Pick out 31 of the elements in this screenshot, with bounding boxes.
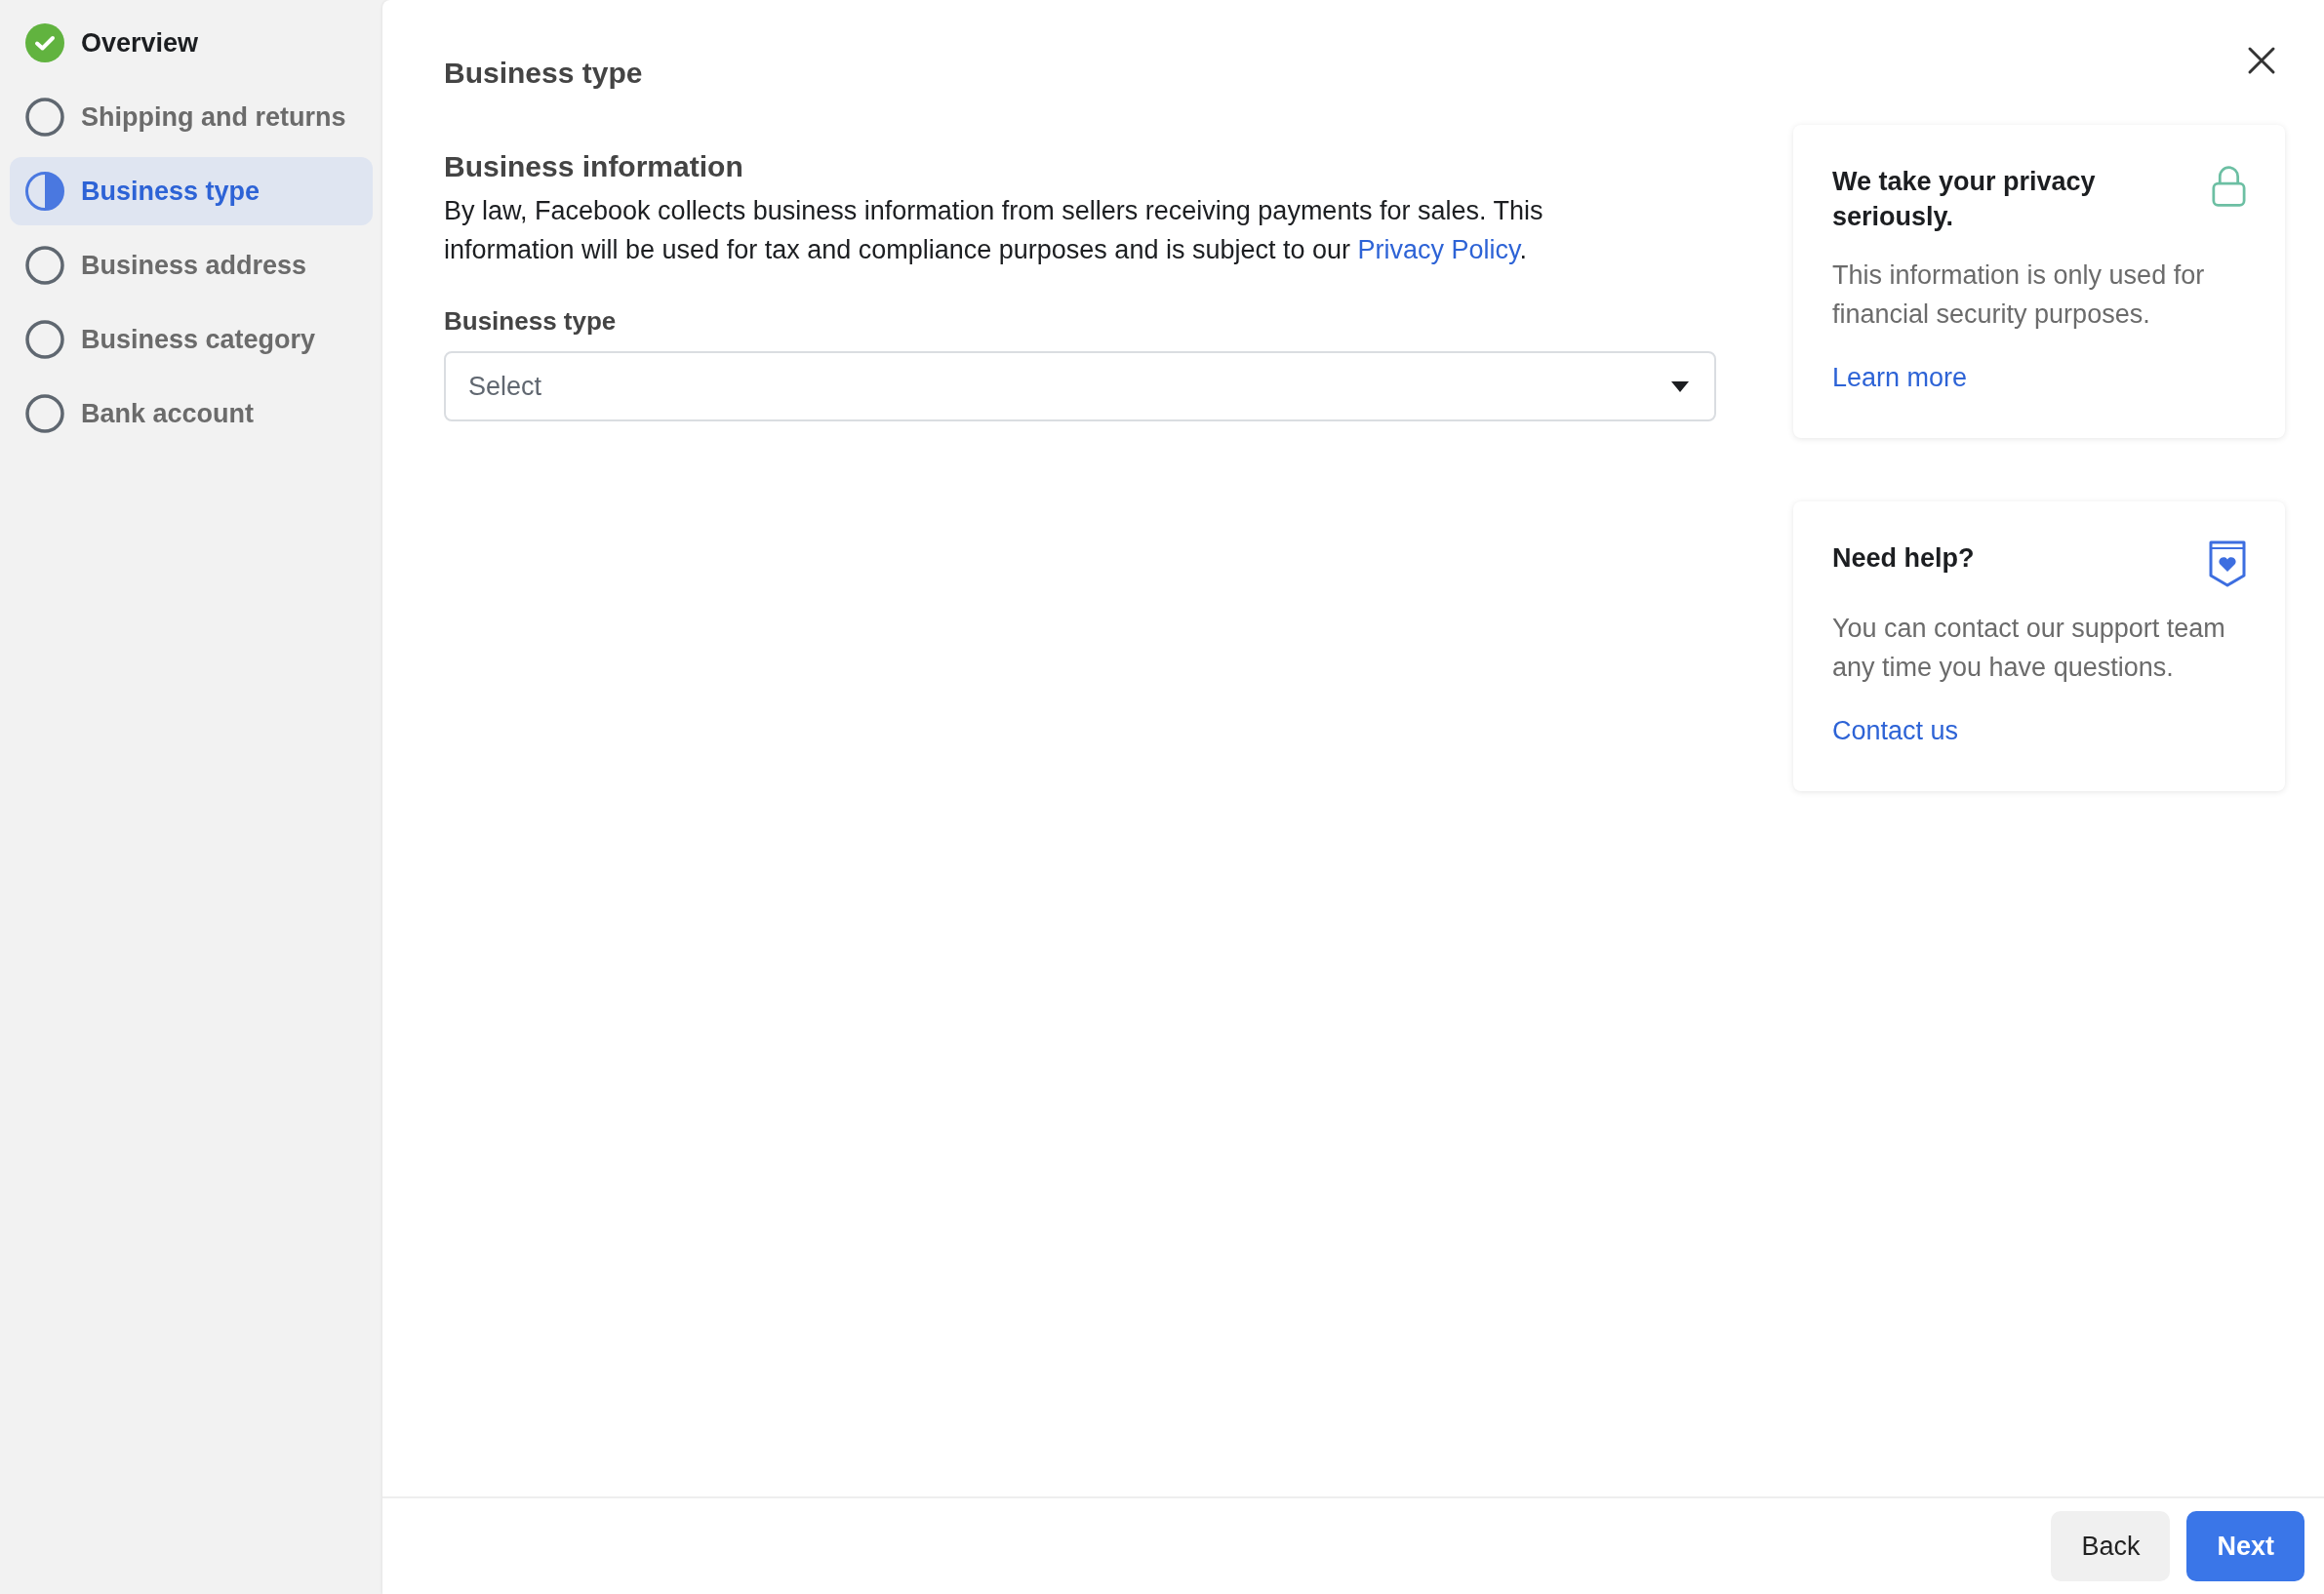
field-label: Business type — [444, 306, 618, 337]
step-item[interactable]: Business type — [10, 157, 373, 225]
card-text: You can contact our support team any time you have questions. — [1832, 613, 2226, 684]
close-button[interactable] — [2246, 45, 2277, 76]
card-link[interactable]: Learn more — [1832, 363, 1968, 393]
card-text: This information is only used for financial security purposes. — [1832, 259, 2206, 331]
caret-icon — [1671, 380, 1689, 392]
step-item[interactable]: Bank account — [10, 379, 373, 448]
page-title: Business type — [444, 57, 644, 90]
step-label: Bank account — [81, 398, 255, 429]
select-placeholder: Select — [468, 371, 542, 402]
step-label: Business category — [81, 324, 316, 355]
privacy-policy-link[interactable]: Privacy Policy — [1357, 235, 1520, 264]
step-item[interactable]: Overview — [10, 9, 373, 77]
lock-icon — [2212, 164, 2246, 209]
step-item[interactable]: Shipping and returns — [10, 83, 373, 151]
step-label: Business address — [81, 250, 307, 281]
section-heading: Business information — [444, 150, 744, 183]
step-item[interactable]: Business category — [10, 305, 373, 374]
shield-heart-icon — [2209, 540, 2246, 587]
step-label: Shipping and returns — [81, 101, 346, 133]
card-title: We take your privacy seriously. — [1832, 166, 2097, 233]
next-button[interactable]: Next — [2186, 1511, 2304, 1581]
info-paragraph: By law, Facebook collects business information from sellers receiving payments for sales. This information will be used for tax and compliance purposes and is subject to our Privacy Policy. — [444, 195, 1544, 266]
back-button[interactable]: Back — [2051, 1511, 2171, 1581]
step-label: Overview — [81, 27, 199, 59]
card-link[interactable]: Contact us — [1832, 716, 1959, 746]
business-type-select[interactable]: Select — [444, 351, 1716, 421]
card-title: Need help? — [1832, 542, 1975, 575]
step-item[interactable]: Business address — [10, 231, 373, 299]
step-label: Business type — [81, 176, 260, 207]
